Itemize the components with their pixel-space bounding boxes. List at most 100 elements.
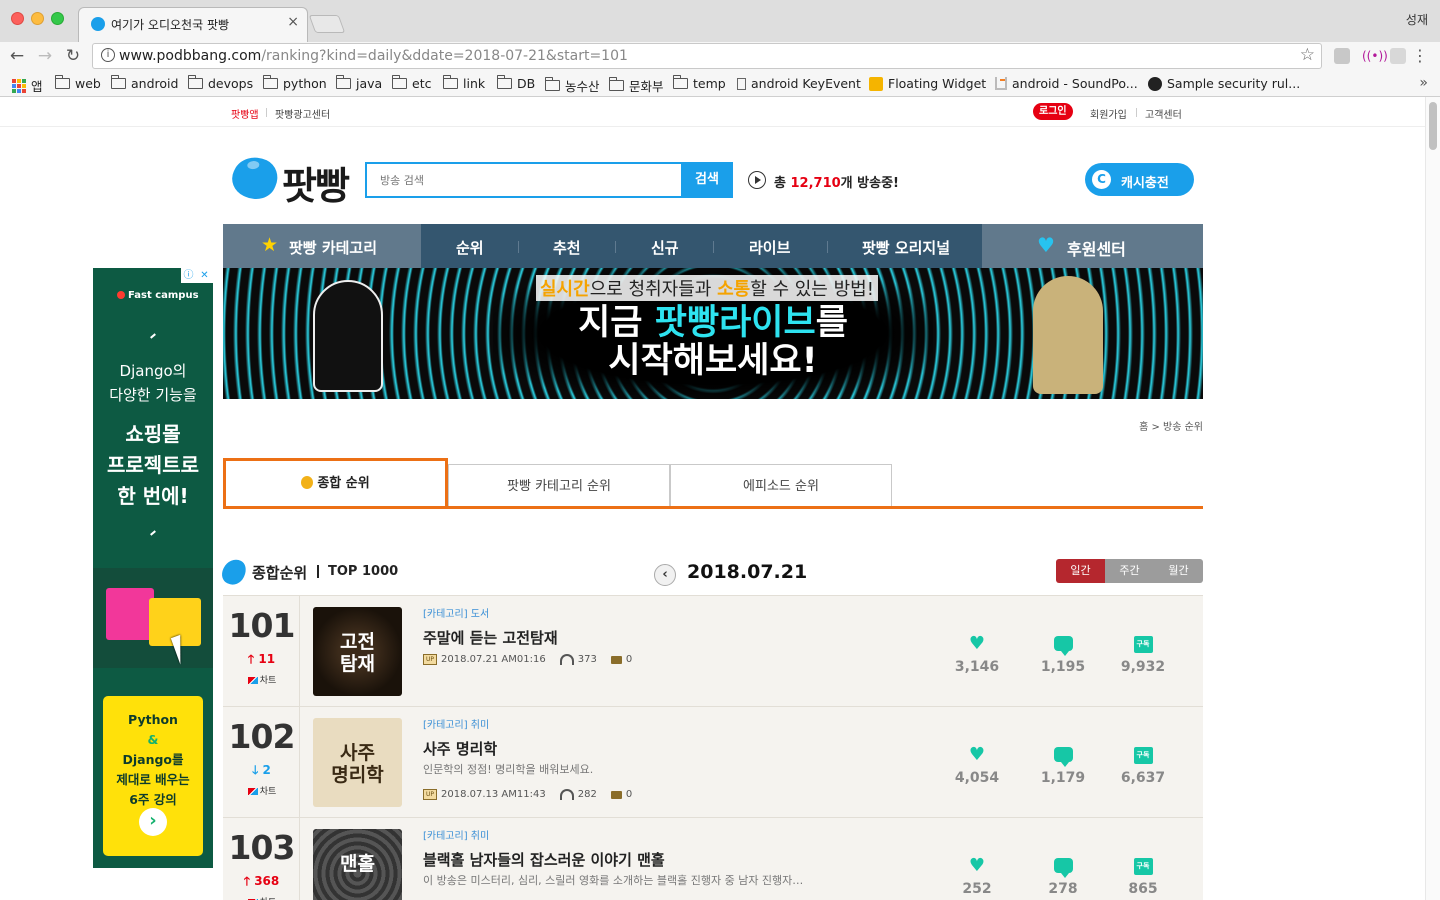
tab-overall-ranking[interactable]: 종합 순위 [223,458,448,508]
ranking-row[interactable]: 102 🡓 2 차트 사주 명리학 [카테고리] 취미 사주 명리학 인문학의 정점! 명리… [223,706,1203,818]
live-promo-banner[interactable]: 실시간으로 청취자들과 소통할 수 있는 방법! 지금 팟빵라이브를 시작해보세… [223,268,1203,399]
category-label[interactable]: [카테고리] 도서 [423,605,489,620]
bookmark-item[interactable]: 농수산 [545,76,600,95]
breadcrumb: 홈 > 방송 순위 [1139,422,1203,433]
bookmark-item[interactable]: android [111,75,178,91]
period-monthly-button[interactable]: 월간 [1154,559,1203,583]
podbbang-logo-icon[interactable] [226,149,284,207]
bookmark-item[interactable]: android KeyEvent [737,76,861,91]
search-button[interactable]: 검색 [681,162,733,198]
close-window-button[interactable] [11,12,24,25]
ad-center-link[interactable]: 팟빵광고센터 [275,106,330,121]
nav-category-button[interactable]: ★ 팟빵 카테고리 [223,224,421,268]
extension-icon[interactable] [1390,48,1406,64]
subscribe-stat[interactable]: 구독 6,637 [1108,747,1178,786]
divider [615,241,616,253]
ad-course-text: Python & Django를 제대로 배우는 6주 강의 [116,712,190,807]
forward-arrow-icon[interactable]: → [34,46,56,66]
podcast-title[interactable]: 사주 명리학 [423,738,497,759]
folder-icon [392,75,407,89]
extension-icon[interactable] [1334,48,1350,64]
tab-close-icon[interactable]: × [287,14,299,30]
chart-link[interactable]: 차트 [242,895,282,900]
minimize-window-button[interactable] [31,12,44,25]
bookmark-item[interactable]: 문화부 [609,76,664,95]
period-daily-button[interactable]: 일간 [1056,559,1105,583]
nav-item-new[interactable]: 신규 [651,237,679,258]
podcast-thumbnail[interactable]: 고전 탐재 [313,607,402,696]
profile-name[interactable]: 성재 [1406,11,1428,28]
side-advertisement[interactable]: ⓘ ✕ Fast campus Django의 다양한 기능을 쇼핑몰 프로젝트… [93,268,213,868]
nav-item-original[interactable]: 팟빵 오리지널 [862,237,950,258]
comments-stat[interactable]: 1,179 [1028,747,1098,786]
comments-stat[interactable]: 1,195 [1028,636,1098,675]
info-icon[interactable]: i [101,48,115,62]
page-scrollbar[interactable] [1425,97,1440,900]
login-button[interactable]: 로그인 [1033,103,1073,120]
nav-item-recommend[interactable]: 추천 [553,237,581,258]
likes-stat[interactable]: ♥ 3,146 [942,634,1012,676]
comment-bubble-icon [1053,858,1073,878]
podcast-thumbnail[interactable]: 사주 명리학 [313,718,402,807]
ranking-row[interactable]: 103 🡑 368 차트 맨홀 [카테고리] 취미블랙홀 남자들의 잡스러운 이야기 맨… [223,817,1203,900]
chart-link[interactable]: 차트 [242,784,282,797]
signup-link[interactable]: 회원가입 [1090,106,1127,121]
nav-item-ranking[interactable]: 순위 [456,237,484,258]
browser-menu-icon[interactable]: ⋮ [1412,46,1428,65]
previous-date-button[interactable]: ‹ [654,564,676,586]
new-tab-button[interactable] [308,15,346,33]
cash-charge-button[interactable]: C 캐시충전 [1085,163,1194,196]
cast-extension-icon[interactable]: ((•)) [1362,48,1388,64]
folder-icon [497,75,512,89]
bookmark-star-icon[interactable]: ☆ [1300,45,1315,65]
ranking-row[interactable]: 101 🡑 11 차트 고전 탐재 [카테고리] 도서 주말에 듣는 고전탐재 UP 2018… [223,595,1203,707]
podcast-title[interactable]: 주말에 듣는 고전탐재 [423,627,558,648]
bookmark-item[interactable]: link [443,75,485,91]
logo-text[interactable]: 팟빵 [282,155,350,210]
likes-stat[interactable]: ♥ 4,054 [942,745,1012,787]
listen-count: 282 [577,789,597,800]
bookmark-item[interactable]: Sample security rul... [1148,76,1300,91]
bookmark-item[interactable]: etc [392,75,431,91]
likes-stat[interactable]: ♥ 252 [942,856,1012,898]
ad-course-card[interactable]: Python & Django를 제대로 배우는 6주 강의 › [103,696,203,856]
ad-info-icon[interactable]: ⓘ [181,268,196,283]
chart-link[interactable]: 차트 [242,673,282,686]
nav-item-live[interactable]: 라이브 [749,237,790,258]
bookmark-item[interactable]: java [336,75,382,91]
tab-episode-ranking[interactable]: 에피소드 순위 [670,464,892,508]
browser-tab[interactable]: 여기가 오디오천국 팟빵 × [78,7,308,42]
address-bar[interactable]: i www.podbbang.com/ranking?kind=daily&dd… [92,43,1322,69]
comments-stat[interactable]: 278 [1028,858,1098,897]
category-label[interactable]: [카테고리] 취미 [423,716,489,731]
bookmark-item[interactable]: 앱 [12,76,43,95]
reload-icon[interactable]: ↻ [62,46,84,66]
bookmark-item[interactable]: android - SoundPo... [995,76,1138,91]
podcast-title[interactable]: 블랙홀 남자들의 잡스러운 이야기 맨홀 [423,849,665,870]
page-icon [737,77,746,90]
tab-category-ranking[interactable]: 팟빵 카테고리 순위 [448,464,670,508]
subscribe-stat[interactable]: 구독 865 [1108,858,1178,897]
search-input[interactable] [367,164,681,196]
period-weekly-button[interactable]: 주간 [1105,559,1154,583]
bookmark-item[interactable]: temp [673,75,726,91]
bookmark-item[interactable]: web [55,75,101,91]
bookmark-item[interactable]: DB [497,75,535,91]
back-arrow-icon[interactable]: ← [6,46,28,66]
rank-column: 102 🡓 2 차트 [223,707,300,818]
customer-center-link[interactable]: 고객센터 [1145,106,1182,121]
scrollbar-thumb[interactable] [1429,102,1437,150]
bookmark-item[interactable]: Floating Widget [869,76,986,91]
subscribe-stat[interactable]: 구독 9,932 [1108,636,1178,675]
nav-support-button[interactable]: ♥ 후원센터 [982,224,1203,268]
app-link[interactable]: 팟빵앱 [231,106,259,121]
category-label[interactable]: [카테고리] 취미 [423,827,489,842]
podcast-thumbnail[interactable]: 맨홀 [313,829,402,900]
play-icon[interactable] [748,171,766,189]
ad-arrow-icon[interactable]: › [139,808,167,836]
bookmark-item[interactable]: python [263,75,327,91]
maximize-window-button[interactable] [51,12,64,25]
bookmark-item[interactable]: devops [188,75,253,91]
bookmarks-overflow-icon[interactable]: » [1419,75,1428,91]
ad-close-icon[interactable]: ✕ [197,268,212,283]
